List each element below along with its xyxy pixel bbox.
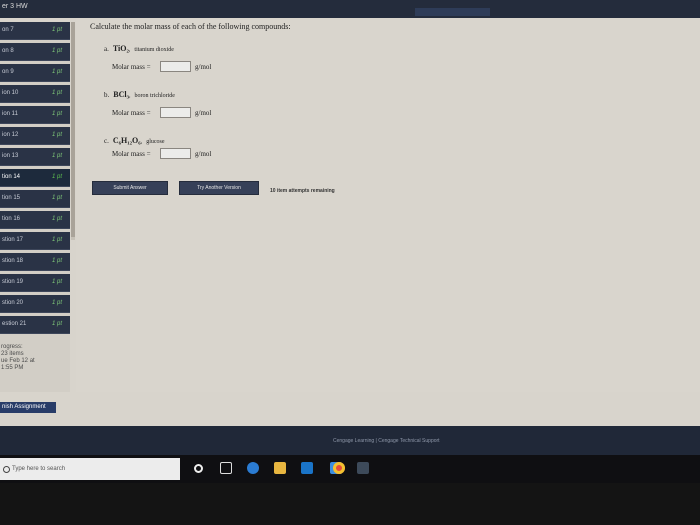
sidebar-item-label: stion 20: [2, 300, 24, 306]
chrome-icon[interactable]: [333, 462, 345, 474]
unit-label: g/mol: [195, 109, 212, 117]
sidebar-item-points: 1 pt: [52, 174, 63, 180]
sidebar-item-label: estion 21: [2, 321, 27, 327]
compound-formula: C₆H₁₂O₆: [112, 136, 141, 145]
sidebar-item-label: stion 17: [2, 237, 24, 243]
sidebar-item-question-8[interactable]: on 8 1 pt: [0, 43, 70, 61]
sidebar-item-label: tion 16: [2, 216, 21, 222]
molar-mass-label: Molar mass =: [112, 63, 151, 71]
sidebar-item-points: 1 pt: [52, 111, 63, 117]
part-letter: a.: [104, 45, 109, 53]
part-letter: c.: [104, 137, 109, 145]
sidebar-item-points: 1 pt: [52, 258, 63, 264]
edge-icon[interactable]: [247, 462, 259, 474]
try-another-version-button[interactable]: Try Another Version: [179, 181, 259, 195]
task-view-icon[interactable]: [220, 462, 232, 474]
sidebar-item-label: on 8: [2, 48, 14, 54]
page-footer: Cengage Learning | Cengage Technical Sup…: [0, 426, 700, 455]
sidebar-item-question-20[interactable]: stion 20 1 pt: [0, 295, 70, 313]
taskbar-search[interactable]: Type here to search: [0, 458, 180, 480]
unit-label: g/mol: [195, 63, 212, 71]
app-icon[interactable]: [357, 462, 369, 474]
sidebar-item-label: stion 19: [2, 279, 24, 285]
sidebar-item-question-9[interactable]: on 9 1 pt: [0, 64, 70, 82]
sidebar-item-question-11[interactable]: ion 11 1 pt: [0, 106, 70, 124]
store-icon[interactable]: [301, 462, 313, 474]
search-placeholder: Type here to search: [12, 466, 66, 472]
part-letter: b.: [104, 91, 110, 99]
sidebar-item-label: tion 14: [2, 174, 21, 180]
sidebar-item-points: 1 pt: [52, 90, 63, 96]
sidebar-item-points: 1 pt: [52, 195, 63, 201]
question-sidebar: on 7 1 pt on 8 1 pt on 9 1 pt ion 10 1 pt io…: [0, 22, 70, 392]
sidebar-item-points: 1 pt: [52, 321, 63, 327]
compound-name: glucose: [146, 139, 165, 145]
sidebar-item-label: ion 10: [2, 90, 19, 96]
sidebar-item-label: tion 15: [2, 195, 21, 201]
molar-mass-input-c[interactable]: [160, 148, 191, 159]
compound-formula: TiO₂: [112, 44, 129, 53]
due-date: ue Feb 12 at: [1, 358, 35, 364]
screen: er 3 HW on 7 1 pt on 8 1 pt on 9 1 pt ion 1…: [0, 0, 700, 455]
sidebar-item-points: 1 pt: [52, 153, 63, 159]
footer-links[interactable]: Cengage Learning | Cengage Technical Sup…: [333, 438, 440, 444]
top-bar: er 3 HW: [0, 0, 700, 18]
sidebar-item-points: 1 pt: [52, 132, 63, 138]
scrollbar-thumb[interactable]: [71, 22, 75, 237]
sidebar-item-question-7[interactable]: on 7 1 pt: [0, 22, 70, 40]
sidebar-item-points: 1 pt: [52, 300, 63, 306]
sidebar-item-label: on 9: [2, 69, 14, 75]
question-prompt: Calculate the molar mass of each of the …: [90, 22, 291, 31]
sidebar-item-points: 1 pt: [52, 216, 63, 222]
sidebar-item-question-14[interactable]: tion 14 1 pt: [0, 169, 70, 187]
progress-items: 23 items: [1, 351, 24, 357]
attempts-remaining: 10 item attempts remaining: [270, 188, 335, 194]
sidebar-item-label: stion 18: [2, 258, 24, 264]
compound-a: a. TiO₂, titanium dioxide: [104, 44, 174, 53]
question-panel: Calculate the molar mass of each of the …: [76, 18, 700, 392]
sidebar-item-question-15[interactable]: tion 15 1 pt: [0, 190, 70, 208]
molar-mass-input-a[interactable]: [160, 61, 191, 72]
assignment-title: er 3 HW: [2, 3, 28, 10]
search-icon: [3, 466, 10, 473]
top-bar-accent: [415, 8, 490, 16]
sidebar-item-label: ion 13: [2, 153, 19, 159]
molar-mass-input-b[interactable]: [160, 107, 191, 118]
sidebar-item-question-17[interactable]: stion 17 1 pt: [0, 232, 70, 250]
sidebar-item-question-13[interactable]: ion 13 1 pt: [0, 148, 70, 166]
sidebar-item-question-19[interactable]: stion 19 1 pt: [0, 274, 70, 292]
sidebar-item-question-21[interactable]: estion 21 1 pt: [0, 316, 70, 334]
compound-formula: BCl₃: [113, 90, 129, 99]
sidebar-item-label: ion 11: [2, 111, 18, 117]
sidebar-item-question-16[interactable]: tion 16 1 pt: [0, 211, 70, 229]
sidebar-item-question-18[interactable]: stion 18 1 pt: [0, 253, 70, 271]
molar-mass-label: Molar mass =: [112, 109, 151, 117]
compound-name: titanium dioxide: [134, 47, 174, 53]
cortana-icon[interactable]: [194, 464, 203, 473]
sidebar-item-points: 1 pt: [52, 237, 63, 243]
unit-label: g/mol: [195, 150, 212, 158]
sidebar-item-points: 1 pt: [52, 27, 63, 33]
compound-b: b. BCl₃, boron trichloride: [104, 90, 175, 99]
compound-c: c. C₆H₁₂O₆, glucose: [104, 136, 165, 145]
submit-answer-button[interactable]: Submit Answer: [92, 181, 168, 195]
sidebar-item-points: 1 pt: [52, 48, 63, 54]
progress-info: rogress: 23 items ue Feb 12 at 1:55 PM: [1, 344, 35, 372]
due-time: 1:55 PM: [1, 365, 24, 371]
sidebar-item-points: 1 pt: [52, 69, 63, 75]
sidebar-item-label: ion 12: [2, 132, 19, 138]
sidebar-item-question-10[interactable]: ion 10 1 pt: [0, 85, 70, 103]
sidebar-item-label: on 7: [2, 27, 14, 33]
molar-mass-label: Molar mass =: [112, 150, 151, 158]
finish-assignment-button[interactable]: nish Assignment: [0, 402, 56, 413]
sidebar-scrollbar[interactable]: [71, 22, 75, 240]
windows-taskbar: Type here to search: [0, 455, 700, 483]
progress-label: rogress:: [1, 344, 23, 350]
sidebar-item-points: 1 pt: [52, 279, 63, 285]
file-explorer-icon[interactable]: [274, 462, 286, 474]
sidebar-item-question-12[interactable]: ion 12 1 pt: [0, 127, 70, 145]
compound-name: boron trichloride: [134, 93, 175, 99]
